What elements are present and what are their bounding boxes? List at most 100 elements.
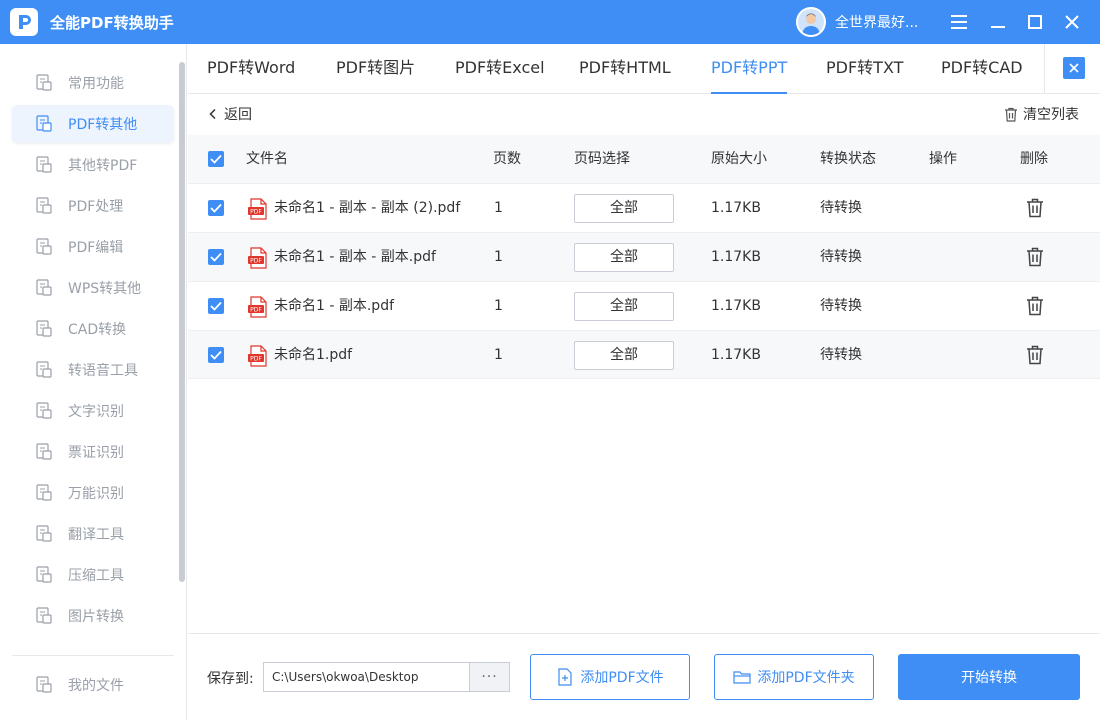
table-header: 文件名 页数 页码选择 原始大小 转换状态 操作 删除 [188,135,1100,183]
file-name: 未命名1 - 副本 - 副本.pdf [274,249,436,265]
star-grid-icon [34,73,54,93]
add-pdf-file-button[interactable]: 添加PDF文件 [530,654,690,700]
tab-divider [1044,44,1045,94]
sidebar-item-13[interactable]: 图片转换 [12,597,174,635]
sidebar-item-5[interactable]: WPS转其他 [12,269,174,307]
translate-icon [34,524,54,544]
delete-row-trash-icon[interactable] [1026,296,1044,316]
add-pdf-file-label: 添加PDF文件 [580,670,664,686]
user-name[interactable]: 全世界最好... [835,12,918,32]
sidebar-item-label: 常用功能 [68,76,124,92]
save-path-input[interactable] [263,662,469,692]
page-select-button[interactable]: 全部 [574,292,674,321]
pdf-file-icon: PDF [248,247,267,269]
table-row: PDF 未命名1 - 副本.pdf 1 全部 1.17KB 待转换 [188,281,1100,330]
sidebar-item-0[interactable]: 常用功能 [12,64,174,102]
svg-text:PDF: PDF [250,258,262,265]
tab-pdf-to-txt[interactable]: PDF转TXT [826,44,903,94]
menu-icon[interactable] [949,12,969,32]
pdf-process-icon [34,196,54,216]
sidebar-item-my-files[interactable]: 我的文件 [12,666,174,704]
row-checkbox[interactable] [208,200,224,216]
page-select-button[interactable]: 全部 [574,243,674,272]
file-name: 未命名1 - 副本.pdf [274,298,395,314]
sidebar-item-3[interactable]: PDF处理 [12,187,174,225]
pdf-file-icon: PDF [248,345,267,367]
header-action: 操作 [929,151,957,167]
browse-path-button[interactable]: ··· [469,662,510,692]
add-pdf-folder-label: 添加PDF文件夹 [757,670,855,686]
sidebar-item-1[interactable]: PDF转其他 [12,105,174,143]
add-pdf-folder-button[interactable]: 添加PDF文件夹 [714,654,874,700]
sidebar-item-label: 图片转换 [68,609,124,625]
clear-list-button[interactable]: 清空列表 [1004,104,1079,124]
sidebar-item-6[interactable]: CAD转换 [12,310,174,348]
file-pages: 1 [494,200,503,216]
maximize-icon[interactable] [1025,12,1045,32]
header-filename: 文件名 [246,151,288,167]
close-icon[interactable] [1062,12,1082,32]
page-select-button[interactable]: 全部 [574,194,674,223]
ticket-icon [34,442,54,462]
avatar[interactable] [796,7,826,37]
folder-icon [733,671,751,684]
row-checkbox[interactable] [208,347,224,363]
sidebar-item-9[interactable]: 票证识别 [12,433,174,471]
header-size: 原始大小 [711,151,767,167]
file-status: 待转换 [820,298,862,314]
trash-icon [1005,107,1017,122]
file-to-pdf-icon [34,155,54,175]
pdf-edit-icon [34,237,54,257]
delete-row-trash-icon[interactable] [1026,345,1044,365]
table-row: PDF 未命名1 - 副本 - 副本 (2).pdf 1 全部 1.17KB 待… [188,183,1100,232]
sidebar-item-8[interactable]: 文字识别 [12,392,174,430]
file-size: 1.17KB [711,298,761,314]
header-page-select: 页码选择 [574,151,630,167]
tab-pdf-to-word[interactable]: PDF转Word [207,44,295,94]
sidebar-item-label: 万能识别 [68,486,124,502]
convert-icon [34,114,54,134]
svg-text:PDF: PDF [250,356,262,363]
sidebar-item-label: 文字识别 [68,404,124,420]
header-status: 转换状态 [820,151,876,167]
minimize-icon[interactable] [988,12,1008,32]
file-pages: 1 [494,249,503,265]
sidebar-item-12[interactable]: 压缩工具 [12,556,174,594]
delete-row-trash-icon[interactable] [1026,198,1044,218]
sidebar-item-label: PDF转其他 [68,117,138,133]
user-profile[interactable]: 全世界最好... [796,7,918,37]
delete-row-trash-icon[interactable] [1026,247,1044,267]
tab-close-icon[interactable] [1063,57,1085,79]
back-label: 返回 [224,107,252,123]
tab-pdf-to-ppt[interactable]: PDF转PPT [711,44,788,94]
table-row: PDF 未命名1.pdf 1 全部 1.17KB 待转换 [188,330,1100,379]
sidebar-item-7[interactable]: 转语音工具 [12,351,174,389]
eye-icon [34,483,54,503]
row-checkbox[interactable] [208,298,224,314]
sidebar-item-2[interactable]: 其他转PDF [12,146,174,184]
sidebar-scrollbar[interactable] [179,62,185,582]
sidebar-item-label: PDF编辑 [68,240,124,256]
sidebar-item-4[interactable]: PDF编辑 [12,228,174,266]
tab-pdf-to-excel[interactable]: PDF转Excel [455,44,545,94]
sidebar-item-label: 转语音工具 [68,363,138,379]
image-icon [34,606,54,626]
page-select-button[interactable]: 全部 [574,341,674,370]
ocr-icon [34,401,54,421]
sidebar-item-11[interactable]: 翻译工具 [12,515,174,553]
svg-text:PDF: PDF [250,209,262,216]
app-title: 全能PDF转换助手 [50,13,174,32]
start-convert-button[interactable]: 开始转换 [898,654,1080,700]
select-all-checkbox[interactable] [208,151,224,167]
back-button[interactable]: 返回 [207,104,252,124]
sidebar-item-10[interactable]: 万能识别 [12,474,174,512]
sidebar-item-label: 其他转PDF [68,158,138,174]
tab-pdf-to-html[interactable]: PDF转HTML [579,44,671,94]
row-checkbox[interactable] [208,249,224,265]
sidebar-item-label: WPS转其他 [68,281,142,297]
pdf-file-icon: PDF [248,296,267,318]
tab-bar: PDF转Word PDF转图片 PDF转Excel PDF转HTML PDF转P… [188,44,1100,94]
tab-pdf-to-cad[interactable]: PDF转CAD [941,44,1023,94]
tab-pdf-to-image[interactable]: PDF转图片 [336,44,415,94]
app-logo-icon [10,8,38,36]
